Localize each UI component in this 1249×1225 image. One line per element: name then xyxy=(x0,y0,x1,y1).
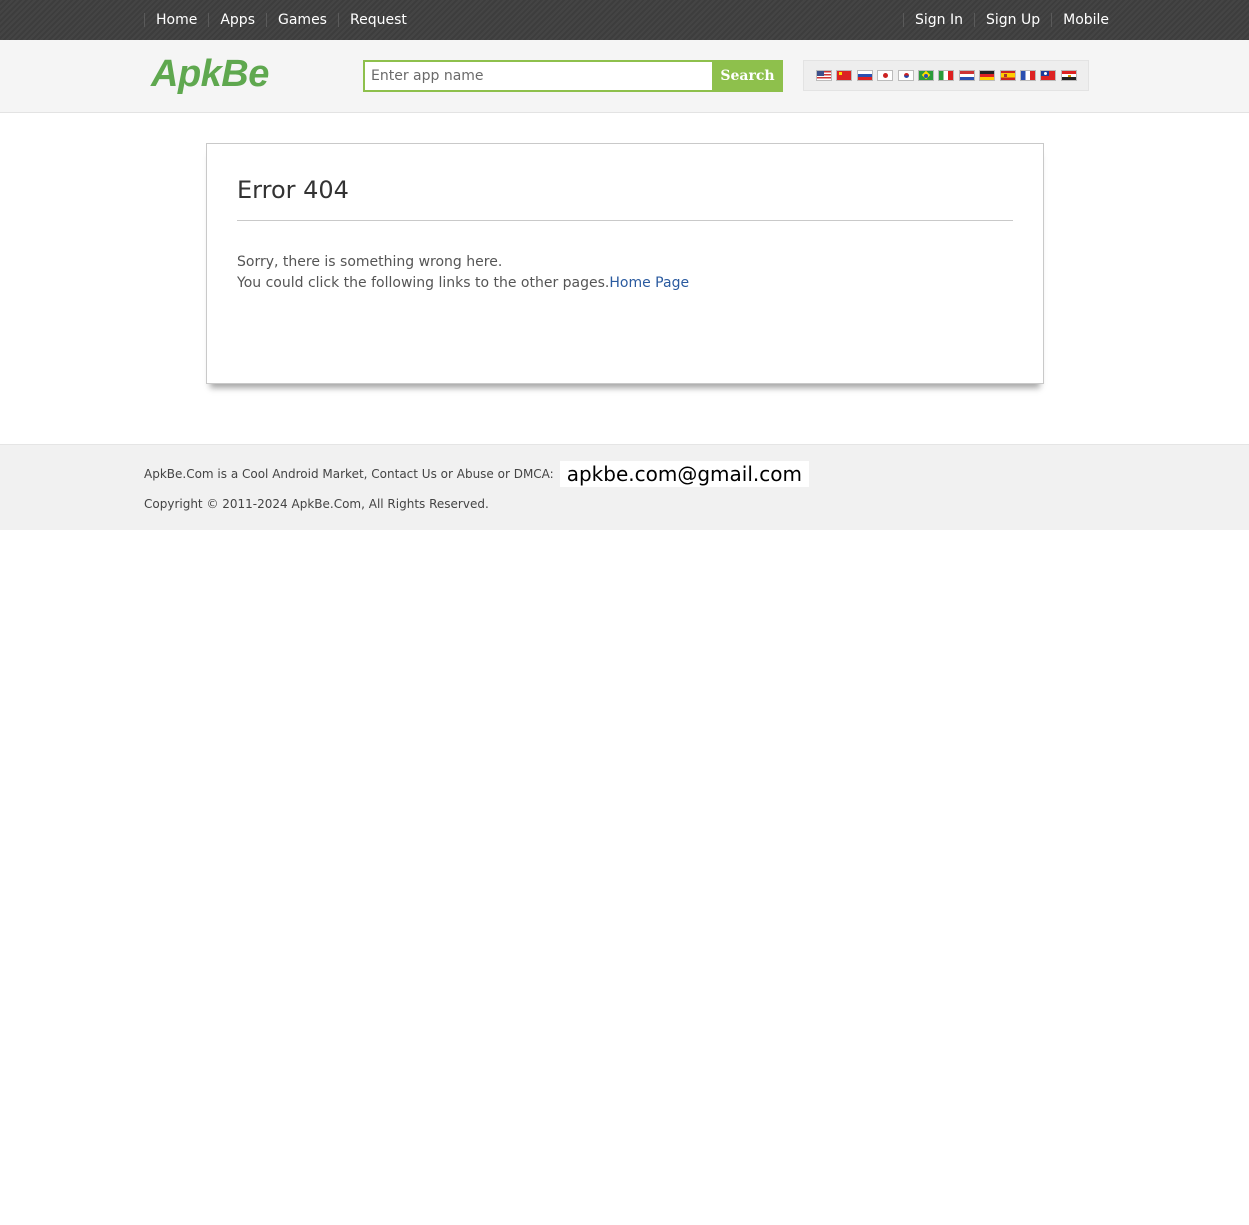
sign-up-link[interactable]: Sign Up xyxy=(974,13,1051,27)
sign-in-link[interactable]: Sign In xyxy=(903,13,974,27)
nav-games-link[interactable]: Games xyxy=(266,13,338,27)
divider xyxy=(237,220,1013,221)
language-flags xyxy=(803,60,1089,91)
error-message: Sorry, there is something wrong here. Yo… xyxy=(237,252,689,294)
top-navigation-bar: Home Apps Games Request Sign In Sign Up … xyxy=(0,0,1249,40)
us-flag-icon[interactable] xyxy=(816,70,832,81)
error-panel: Error 404 Sorry, there is something wron… xyxy=(206,143,1044,384)
nav-home-link[interactable]: Home xyxy=(144,13,208,27)
es-flag-icon[interactable] xyxy=(999,70,1016,81)
search-form: Search xyxy=(363,60,783,92)
br-flag-icon[interactable] xyxy=(917,70,934,81)
eg-flag-icon[interactable] xyxy=(1060,70,1077,81)
jp-flag-icon[interactable] xyxy=(877,70,894,81)
nav-apps-link[interactable]: Apps xyxy=(208,13,266,27)
error-line-2: You could click the following links to t… xyxy=(237,273,689,294)
mobile-link[interactable]: Mobile xyxy=(1051,13,1120,27)
search-button[interactable]: Search xyxy=(712,60,783,92)
error-line-2-text: You could click the following links to t… xyxy=(237,275,610,291)
site-header: ApkBe Search xyxy=(0,40,1249,113)
nav-request-link[interactable]: Request xyxy=(337,13,418,27)
cn-flag-icon[interactable] xyxy=(836,70,853,81)
footer-contact-text: ApkBe.Com is a Cool Android Market, Cont… xyxy=(144,467,554,481)
nl-flag-icon[interactable] xyxy=(958,70,975,81)
search-input[interactable] xyxy=(363,60,712,92)
contact-email: apkbe.com@gmail.com xyxy=(559,461,809,487)
kr-flag-icon[interactable] xyxy=(897,70,914,81)
tw-flag-icon[interactable] xyxy=(1040,70,1057,81)
site-logo[interactable]: ApkBe xyxy=(151,53,269,95)
home-page-link[interactable]: Home Page xyxy=(609,275,689,291)
ru-flag-icon[interactable] xyxy=(856,70,873,81)
fr-flag-icon[interactable] xyxy=(1019,70,1036,81)
error-title: Error 404 xyxy=(237,176,349,204)
account-nav: Sign In Sign Up Mobile xyxy=(903,0,1120,40)
main-nav: Home Apps Games Request xyxy=(144,0,418,40)
de-flag-icon[interactable] xyxy=(979,70,996,81)
error-line-1: Sorry, there is something wrong here. xyxy=(237,254,503,270)
site-footer: ApkBe.Com is a Cool Android Market, Cont… xyxy=(0,444,1249,530)
it-flag-icon[interactable] xyxy=(938,70,955,81)
footer-contact: ApkBe.Com is a Cool Android Market, Cont… xyxy=(144,461,809,487)
footer-copyright: Copyright © 2011-2024 ApkBe.Com, All Rig… xyxy=(144,497,489,511)
